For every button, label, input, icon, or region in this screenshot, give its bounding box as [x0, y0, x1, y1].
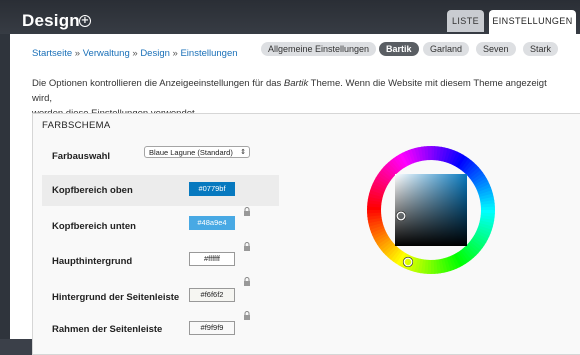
lock-icon[interactable] — [243, 277, 251, 286]
breadcrumb-link-startseite[interactable]: Startseite — [32, 48, 72, 59]
color-field-input[interactable]: #f6f6f2 — [189, 288, 235, 302]
color-picker-wheel[interactable] — [364, 143, 498, 277]
breadcrumb-link-design[interactable]: Design — [140, 48, 170, 59]
color-field-row: Hintergrund der Seitenleiste — [42, 282, 279, 313]
color-field-label: Haupthintergrund — [52, 256, 133, 267]
color-field-row: Rahmen der Seitenleiste — [42, 316, 279, 347]
page-title: Design — [22, 11, 80, 30]
color-scheme-select[interactable]: Blaue Lagune (Standard) ⇕ — [144, 146, 250, 158]
lock-icon[interactable] — [243, 311, 251, 320]
overlay-edge — [0, 34, 10, 339]
color-field-input[interactable]: #f9f9f9 — [189, 321, 235, 335]
breadcrumb-link-verwaltung[interactable]: Verwaltung — [83, 48, 130, 59]
pill-allgemeine-einstellungen[interactable]: Allgemeine Einstellungen — [261, 42, 377, 56]
color-field-input[interactable]: #ffffff — [189, 252, 235, 266]
breadcrumb-link-einstellungen[interactable]: Einstellungen — [180, 48, 237, 59]
pill-seven[interactable]: Seven — [476, 42, 516, 56]
color-field-row: Kopfbereich oben — [42, 175, 279, 206]
color-field-label: Kopfbereich oben — [52, 185, 133, 196]
color-scheme-select-value: Blaue Lagune (Standard) — [149, 148, 233, 157]
tab-einstellungen[interactable]: EINSTELLUNGEN — [489, 10, 576, 34]
lock-icon[interactable] — [243, 207, 251, 216]
description-theme-name: Bartik — [283, 78, 309, 89]
pill-bartik[interactable]: Bartik — [379, 42, 419, 56]
breadcrumb-separator: » — [74, 48, 83, 59]
color-field-input[interactable]: #0779bf — [189, 182, 235, 196]
description-part: Die Optionen kontrollieren die Anzeigeei… — [32, 78, 284, 89]
breadcrumb: Startseite » Verwaltung » Design » Einst… — [32, 48, 238, 59]
color-scheme-label: Farbauswahl — [52, 151, 111, 162]
color-field-label: Hintergrund der Seitenleiste — [52, 292, 180, 303]
color-field-label: Kopfbereich unten — [52, 221, 136, 232]
color-field-input[interactable]: #48a9e4 — [189, 216, 235, 230]
add-shortcut-icon[interactable]: + — [79, 15, 91, 27]
pill-garland[interactable]: Garland — [423, 42, 470, 56]
color-field-label: Rahmen der Seitenleiste — [52, 324, 163, 335]
colorscheme-legend: FARBSCHEMA — [42, 120, 111, 131]
lock-icon[interactable] — [243, 242, 251, 251]
pill-stark[interactable]: Stark — [523, 42, 559, 56]
select-arrows-icon: ⇕ — [240, 149, 246, 156]
tab-liste[interactable]: LISTE — [447, 10, 484, 32]
